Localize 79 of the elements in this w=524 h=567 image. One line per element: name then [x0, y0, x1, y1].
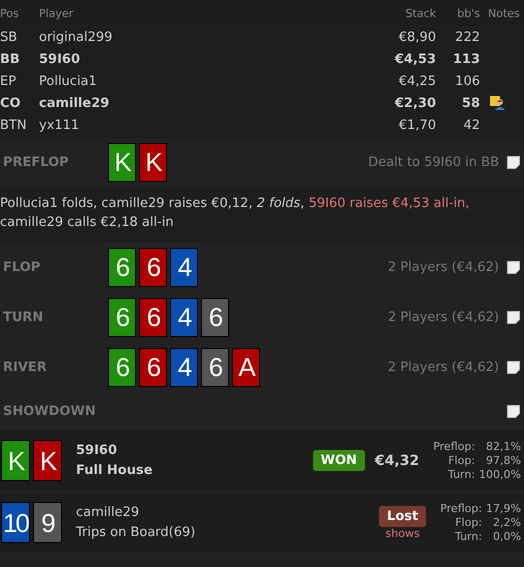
- street-info: 2 Players (€4,62): [388, 310, 499, 324]
- playing-card: 6: [108, 298, 136, 336]
- position-cell-text: CO: [0, 96, 22, 110]
- street-info: 2 Players (€4,62): [388, 360, 499, 374]
- street-info: 2 Players (€4,62): [388, 260, 499, 274]
- big-blinds-cell-text: 222: [454, 30, 480, 44]
- position-cell-text: BB: [0, 52, 21, 66]
- hand-name: Trips on Board(69): [76, 524, 196, 542]
- equity-value: 0,0%: [492, 530, 521, 544]
- result-badge: WON: [312, 450, 365, 471]
- stack-cell-text: €2,30: [394, 96, 436, 110]
- equity-label: Preflop:: [440, 502, 482, 516]
- player-name: Pollucia1: [39, 74, 98, 88]
- equity-label: Turn:: [454, 530, 482, 544]
- playing-card: 4: [170, 248, 198, 286]
- playing-card: 6: [108, 248, 136, 286]
- playing-card: 4: [170, 348, 198, 386]
- playing-card: K: [1, 440, 30, 481]
- street-label: PREFLOP: [2, 154, 70, 170]
- playing-card: 6: [108, 348, 136, 386]
- street-info: Dealt to 59I60 in BB: [368, 154, 499, 170]
- player-name: original299: [39, 30, 114, 44]
- won-amount: €4,32: [374, 452, 420, 468]
- big-blinds-cell-text: 106: [454, 74, 480, 88]
- big-blinds-cell-text: 58: [460, 96, 480, 110]
- big-blinds-cell-text: 113: [452, 52, 480, 66]
- position-cell-text: BTN: [0, 118, 28, 132]
- equity-label: Flop:: [454, 516, 482, 530]
- column-header[interactable]: bb's: [436, 6, 480, 20]
- shows-label: shows: [386, 526, 420, 540]
- playing-card: K: [33, 440, 62, 481]
- column-header[interactable]: Pos: [0, 6, 39, 20]
- playing-card: 6: [139, 348, 167, 386]
- playing-card: 4: [170, 298, 198, 336]
- playing-card: 6: [139, 248, 167, 286]
- equity-label: Turn:: [447, 468, 476, 482]
- stack-cell-text: €4,25: [398, 74, 436, 88]
- big-blinds-cell-text: 42: [462, 118, 480, 132]
- hand-name: Full House: [76, 462, 154, 480]
- position-cell-text: SB: [0, 30, 18, 44]
- street-label: SHOWDOWN: [2, 404, 97, 418]
- stack-cell-text: €8,90: [398, 30, 436, 44]
- playing-card: 6: [201, 298, 229, 336]
- playing-card: 6: [139, 298, 167, 336]
- playing-card: K: [108, 142, 136, 182]
- player-name: 59I60: [39, 52, 82, 66]
- position-cell-text: EP: [0, 74, 18, 88]
- equity-label: Preflop:: [433, 440, 476, 454]
- street-label: TURN: [2, 310, 44, 324]
- user-note-icon[interactable]: [490, 96, 506, 110]
- street-label: FLOP: [2, 260, 42, 274]
- equity-value: 2,2%: [492, 516, 521, 530]
- playing-card: 6: [201, 348, 229, 386]
- note-icon[interactable]: [507, 156, 520, 168]
- player-name: camille29: [39, 96, 110, 110]
- equity-value: 82,1%: [485, 440, 521, 454]
- equity-value: 100,0%: [479, 468, 521, 482]
- note-icon[interactable]: [507, 260, 520, 274]
- equity-label: Flop:: [447, 454, 476, 468]
- column-header[interactable]: Notes: [480, 6, 524, 20]
- playing-card: A: [232, 348, 260, 386]
- playing-card: K: [139, 142, 167, 182]
- player-name: camille29: [76, 504, 140, 522]
- column-header[interactable]: Stack: [356, 6, 436, 20]
- playing-card: 9: [33, 502, 62, 543]
- player-name: 59I60: [76, 442, 118, 460]
- note-icon[interactable]: [507, 310, 520, 324]
- playing-card: 10: [1, 502, 30, 543]
- equity-value: 17,9%: [486, 502, 521, 516]
- action-summary: Pollucia1 folds, camille29 raises €0,12, 2 folds, 59I60 raises €4,53 all-in, camille29 calls €2,18 all-in: [0, 186, 524, 242]
- stack-cell-text: €4,53: [394, 52, 436, 66]
- result-badge: Lost: [379, 506, 426, 526]
- column-header[interactable]: Player: [39, 6, 356, 20]
- street-label: RIVER: [2, 360, 48, 374]
- note-icon[interactable]: [507, 404, 520, 418]
- stack-cell-text: €1,70: [398, 118, 436, 132]
- equity-value: 97,8%: [485, 454, 521, 468]
- player-name: yx111: [39, 118, 80, 132]
- note-icon[interactable]: [507, 360, 520, 374]
